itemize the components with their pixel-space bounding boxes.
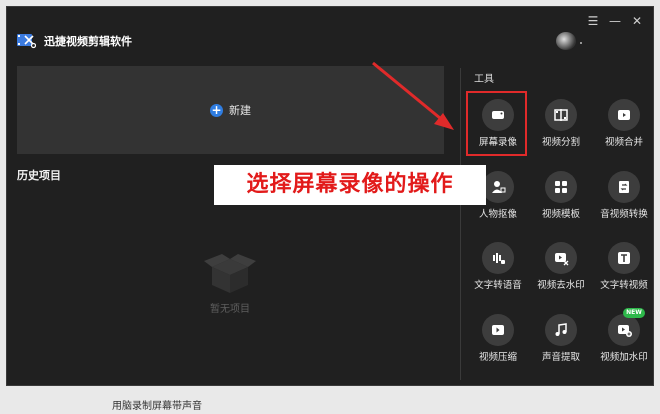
new-project-panel[interactable]: + 新建: [17, 66, 444, 154]
person-cutout-icon: [482, 171, 514, 203]
tool-label: 音视频转换: [600, 209, 648, 220]
tool-audio-extract[interactable]: 声音提取: [529, 314, 593, 363]
tool-video-template[interactable]: 视频模板: [529, 171, 593, 220]
empty-box-icon: [204, 254, 256, 293]
text-to-video-icon: [608, 242, 640, 274]
text-to-speech-icon: [482, 242, 514, 274]
tools-title: 工具: [474, 74, 494, 85]
template-icon: [545, 171, 577, 203]
tool-video-compress[interactable]: 视频压缩: [466, 314, 530, 363]
empty-text: 暂无项目: [210, 304, 250, 315]
tool-av-convert[interactable]: 音视频转换: [592, 171, 656, 220]
tool-label: 视频分割: [541, 137, 580, 148]
highlight-box: [466, 91, 527, 156]
avatar-status-dot: [580, 42, 582, 44]
close-icon[interactable]: ✕: [631, 15, 643, 27]
window-controls: ☰ — ✕: [587, 15, 643, 27]
tool-text-to-speech[interactable]: 文字转语音: [466, 242, 530, 291]
add-watermark-icon: [608, 314, 640, 346]
bottom-caption-fragment: 用脑录制屏幕带声音: [112, 401, 202, 412]
new-project-button[interactable]: + 新建: [17, 102, 444, 118]
tool-label: 视频合并: [604, 137, 643, 148]
avatar[interactable]: [556, 32, 576, 50]
tool-label: 文字转语音: [474, 280, 522, 291]
remove-watermark-icon: [545, 242, 577, 274]
tool-label: 视频去水印: [537, 280, 585, 291]
tool-label: 声音提取: [541, 352, 580, 363]
tool-video-merge[interactable]: 视频合并: [592, 99, 656, 148]
annotation-label: 选择屏幕录像的操作: [214, 165, 486, 205]
video-merge-icon: [608, 99, 640, 131]
tool-label: 视频模板: [541, 209, 580, 220]
tool-label: 视频压缩: [478, 352, 517, 363]
tool-label: 视频加水印: [600, 352, 648, 363]
audio-extract-icon: [545, 314, 577, 346]
new-project-label: 新建: [229, 104, 251, 117]
history-title: 历史项目: [17, 169, 61, 182]
tool-video-split[interactable]: 视频分割: [529, 99, 593, 148]
tool-label: 文字转视频: [600, 280, 648, 291]
plus-icon: +: [210, 102, 223, 117]
convert-icon: [608, 171, 640, 203]
tools-divider: [460, 68, 461, 380]
compress-icon: [482, 314, 514, 346]
app-title: 迅捷视频剪辑软件: [44, 35, 132, 48]
tool-remove-watermark[interactable]: 视频去水印: [529, 242, 593, 291]
film-split-icon: [545, 99, 577, 131]
tool-add-watermark[interactable]: 视频加水印: [592, 314, 656, 363]
tool-text-to-video[interactable]: 文字转视频: [592, 242, 656, 291]
menu-icon[interactable]: ☰: [587, 15, 599, 27]
minimize-icon[interactable]: —: [609, 15, 621, 27]
app-logo-icon: [17, 34, 36, 49]
new-badge: NEW: [623, 308, 645, 318]
tool-label: 人物抠像: [478, 209, 517, 220]
